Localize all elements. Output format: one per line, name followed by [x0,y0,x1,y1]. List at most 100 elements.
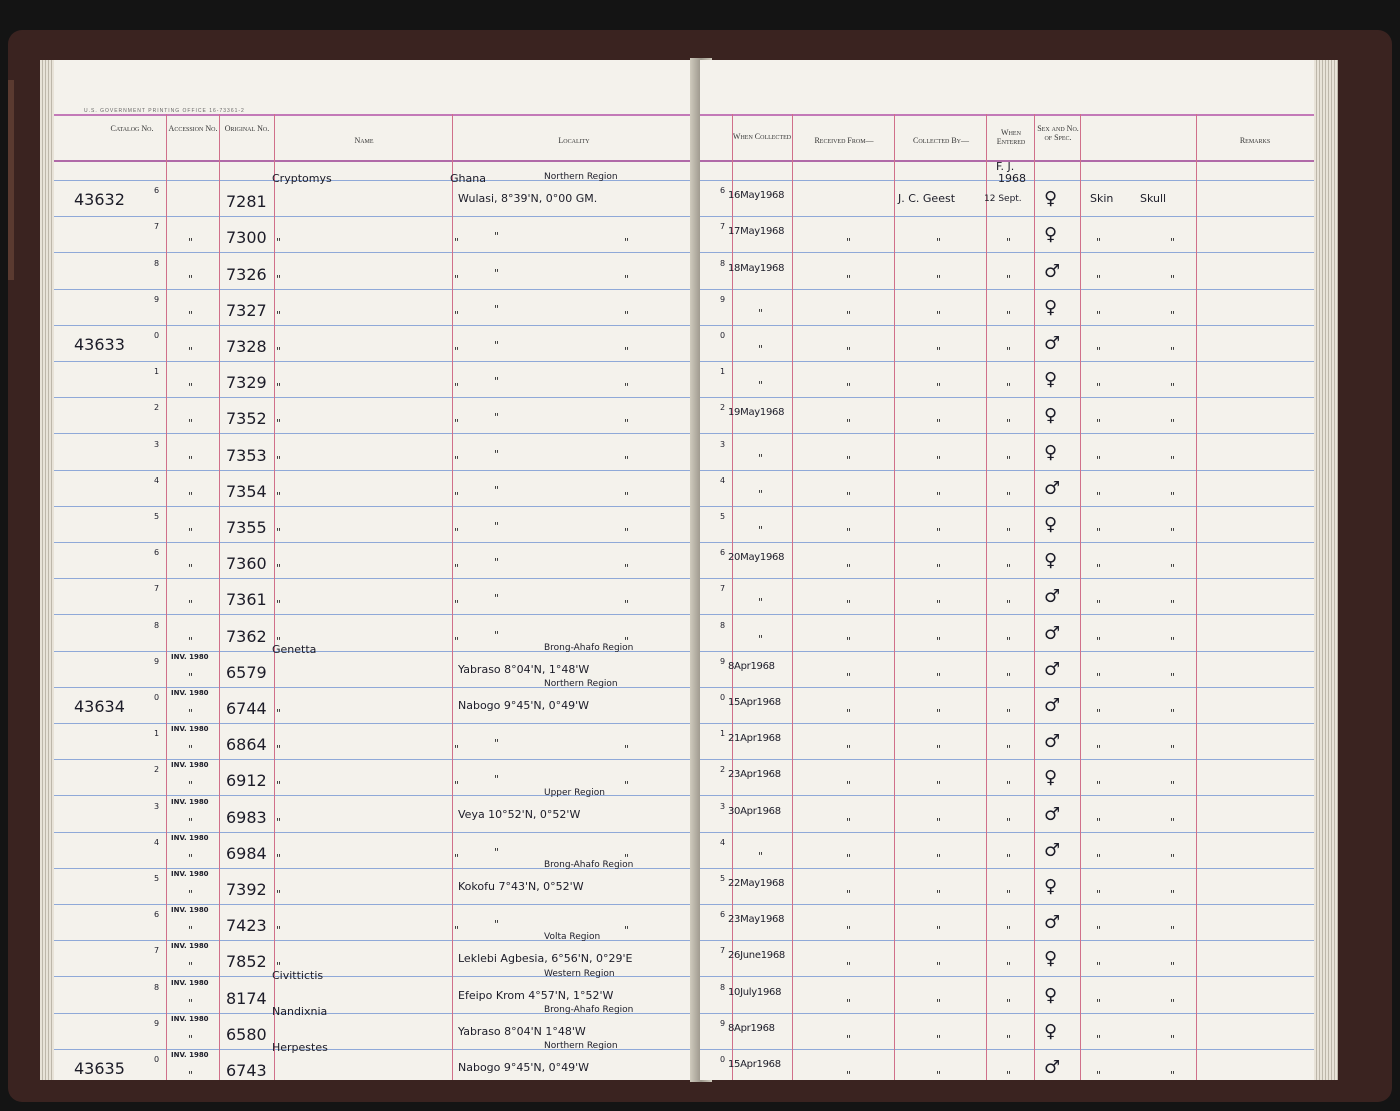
ditto-mark: " [758,632,764,646]
catalog-number: 43632 [74,190,125,210]
ditto-mark: " [1096,453,1102,467]
ditto-mark: " [494,520,500,533]
ditto-mark: " [1096,489,1102,503]
header-accession: Accession No. [168,124,218,133]
ditto-mark: " [1170,996,1176,1010]
ditto-mark: " [624,417,630,431]
ruled-line [54,397,698,399]
ditto-mark: " [846,743,852,757]
ditto-mark: " [454,308,460,322]
ditto-mark: " [1006,1069,1012,1080]
catalog-digit: 9 [154,294,160,304]
ditto-mark: " [188,526,194,539]
ruled-line [54,614,698,616]
header-name: Name [354,136,374,145]
ditto-mark: " [188,634,194,648]
ditto-mark: " [188,345,194,358]
ditto-mark: " [936,236,942,250]
original-number: 6864 [226,735,267,755]
ditto-mark: " [936,562,942,576]
ruled-line [54,723,698,724]
column-rule [1034,114,1035,1080]
ditto-mark: " [188,598,194,612]
ditto-mark: " [188,272,194,286]
original-number: 7852 [226,952,267,972]
locality: Nabogo 9°45'N, 0°49'W [458,699,590,712]
catalog-digit: 9 [720,1018,726,1028]
ditto-mark: " [624,272,630,286]
catalog-digit: 9 [720,294,726,304]
ditto-mark: " [846,779,852,793]
ditto-mark: " [1096,345,1102,358]
ditto-mark: " [936,489,942,503]
ditto-mark: " [494,230,500,244]
original-number: 7328 [226,337,267,356]
ditto-mark: " [188,851,194,865]
ditto-mark: " [936,381,942,395]
original-number: 6984 [226,843,267,863]
ditto-mark: " [936,779,942,793]
header-when-entered: When Entered [996,128,1026,146]
accession-number: INV. 1980 [171,978,209,987]
ditto-mark: " [1096,417,1102,431]
column-rule [274,114,275,1080]
catalog-digit: 7 [720,584,726,594]
remarks-skin: Skin [1090,192,1114,206]
date-collected: 22May1968 [728,878,785,889]
ditto-mark: " [1006,634,1012,648]
ditto-mark: " [1170,381,1176,395]
catalog-digit: 7 [154,946,160,956]
ditto-mark: " [188,743,194,757]
ditto-mark: " [758,596,764,610]
ditto-mark: " [1006,743,1012,757]
ditto-mark: " [1096,272,1102,286]
ditto-mark: " [846,851,852,865]
ditto-mark: " [1096,1069,1102,1080]
catalog-digit: 8 [720,982,726,992]
date-collected: 15Apr1968 [728,1059,781,1070]
catalog-digit: 6 [154,186,160,196]
ditto-mark: " [454,345,460,358]
catalog-digit: 7 [720,946,726,956]
catalog-digit: 4 [720,475,726,485]
ditto-mark: " [624,236,630,250]
catalog-digit: 4 [154,475,160,485]
ditto-mark: " [758,343,764,356]
ditto-mark: " [1170,670,1176,684]
date-collected: 23May1968 [728,914,785,926]
ditto-mark: " [454,272,460,286]
sex-symbol: ♀ [1044,984,1058,1006]
ditto-mark: " [1096,743,1102,757]
species-name: Genetta [272,642,317,656]
original-number: 6579 [226,662,267,682]
accession-number: INV. 1980 [171,906,209,915]
column-rule [1196,114,1197,1080]
header-when-collected: When Collected [732,132,792,141]
original-number: 7352 [226,409,267,429]
sex-symbol: ♀ [1044,514,1058,535]
header-original: Original No. [224,124,270,133]
date-collected: 8Apr1968 [728,1022,775,1034]
species-name: Cryptomys [272,172,332,186]
ditto-mark: " [1096,707,1102,720]
ditto-mark: " [1170,960,1176,974]
ditto-mark: " [624,924,630,938]
ditto-mark: " [624,598,630,612]
ditto-mark: " [1170,1069,1176,1080]
species-name: Civittictis [272,968,324,982]
catalog-digit: 6 [720,186,726,196]
ditto-mark: " [494,375,500,389]
left-ledger-page: U.S. GOVERNMENT PRINTING OFFICE 16-73361… [54,60,698,1080]
ditto-mark: " [454,598,460,612]
original-number: 6744 [226,699,267,718]
ditto-mark: " [494,592,500,606]
entered-date: 12 Sept. [984,194,1022,205]
sex-symbol: ♂ [1044,731,1061,753]
ditto-mark: " [454,562,460,576]
ditto-mark: " [494,339,500,352]
ditto-mark: " [1006,381,1012,395]
column-rule [1080,114,1081,1080]
accession-number: INV. 1980 [171,725,209,734]
ditto-mark: " [624,453,630,467]
catalog-digit: 3 [720,801,726,811]
